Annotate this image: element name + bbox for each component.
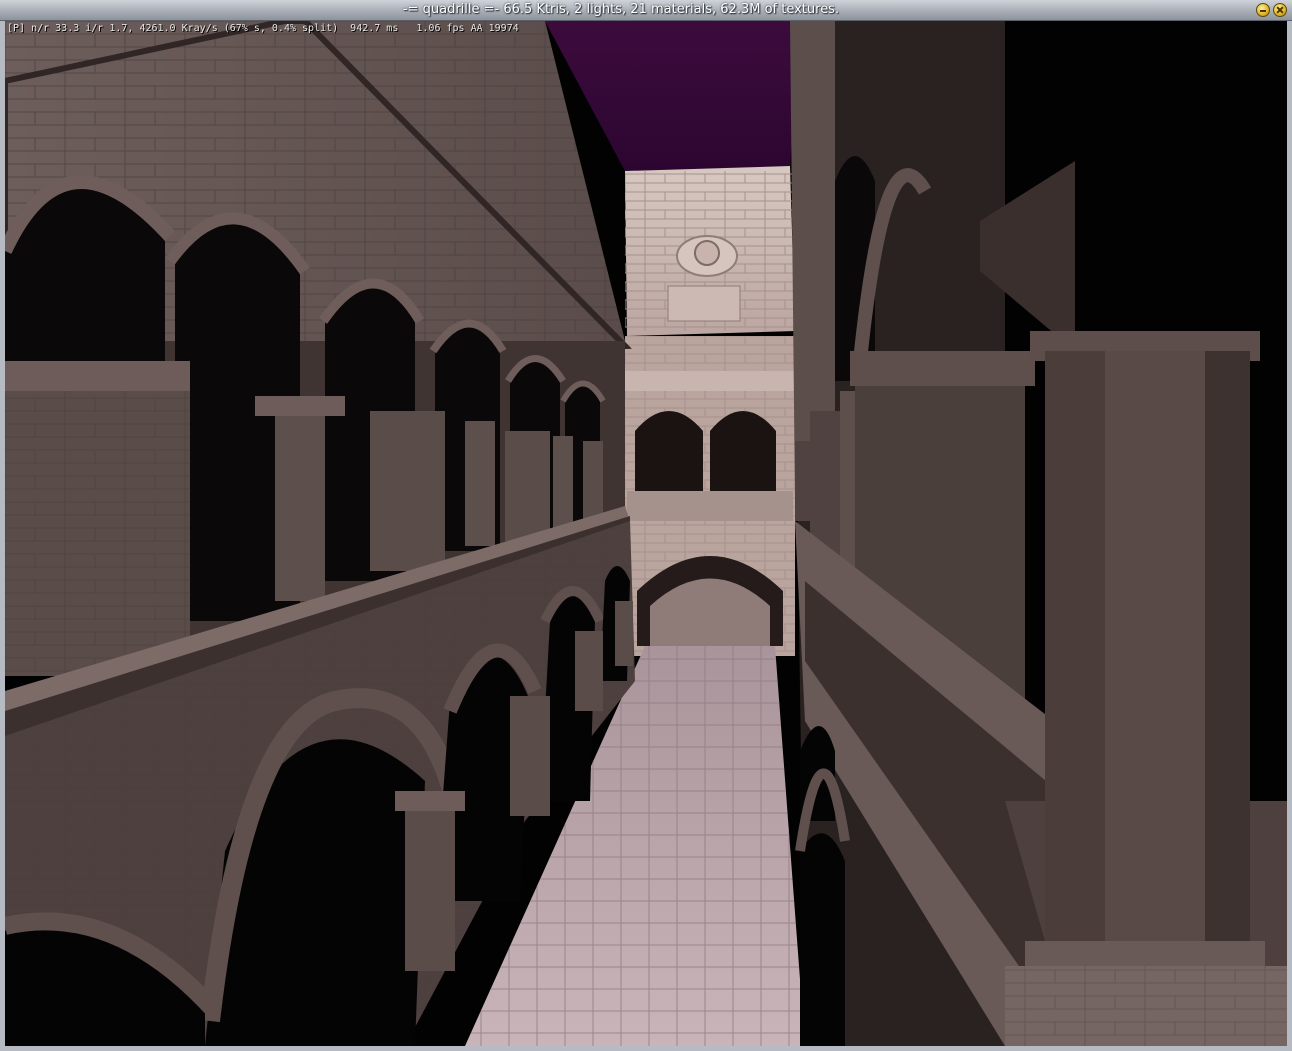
app-window: -= quadrille =- 66.5 Ktris, 2 lights, 21…	[0, 0, 1292, 1051]
minimize-icon[interactable]	[1256, 3, 1270, 17]
rendered-scene	[5, 21, 1287, 1046]
render-viewport[interactable]: [P] n/r 33.3 i/r 1.7, 4261.0 Kray/s (67%…	[5, 21, 1287, 1046]
close-icon[interactable]	[1273, 3, 1287, 17]
title-bar[interactable]: -= quadrille =- 66.5 Ktris, 2 lights, 21…	[0, 0, 1292, 21]
window-frame-right	[1287, 21, 1292, 1051]
window-frame-left	[0, 21, 5, 1051]
window-title: -= quadrille =- 66.5 Ktris, 2 lights, 21…	[402, 2, 840, 17]
render-stats-overlay: [P] n/r 33.3 i/r 1.7, 4261.0 Kray/s (67%…	[7, 23, 519, 34]
window-frame-bottom	[0, 1046, 1292, 1051]
